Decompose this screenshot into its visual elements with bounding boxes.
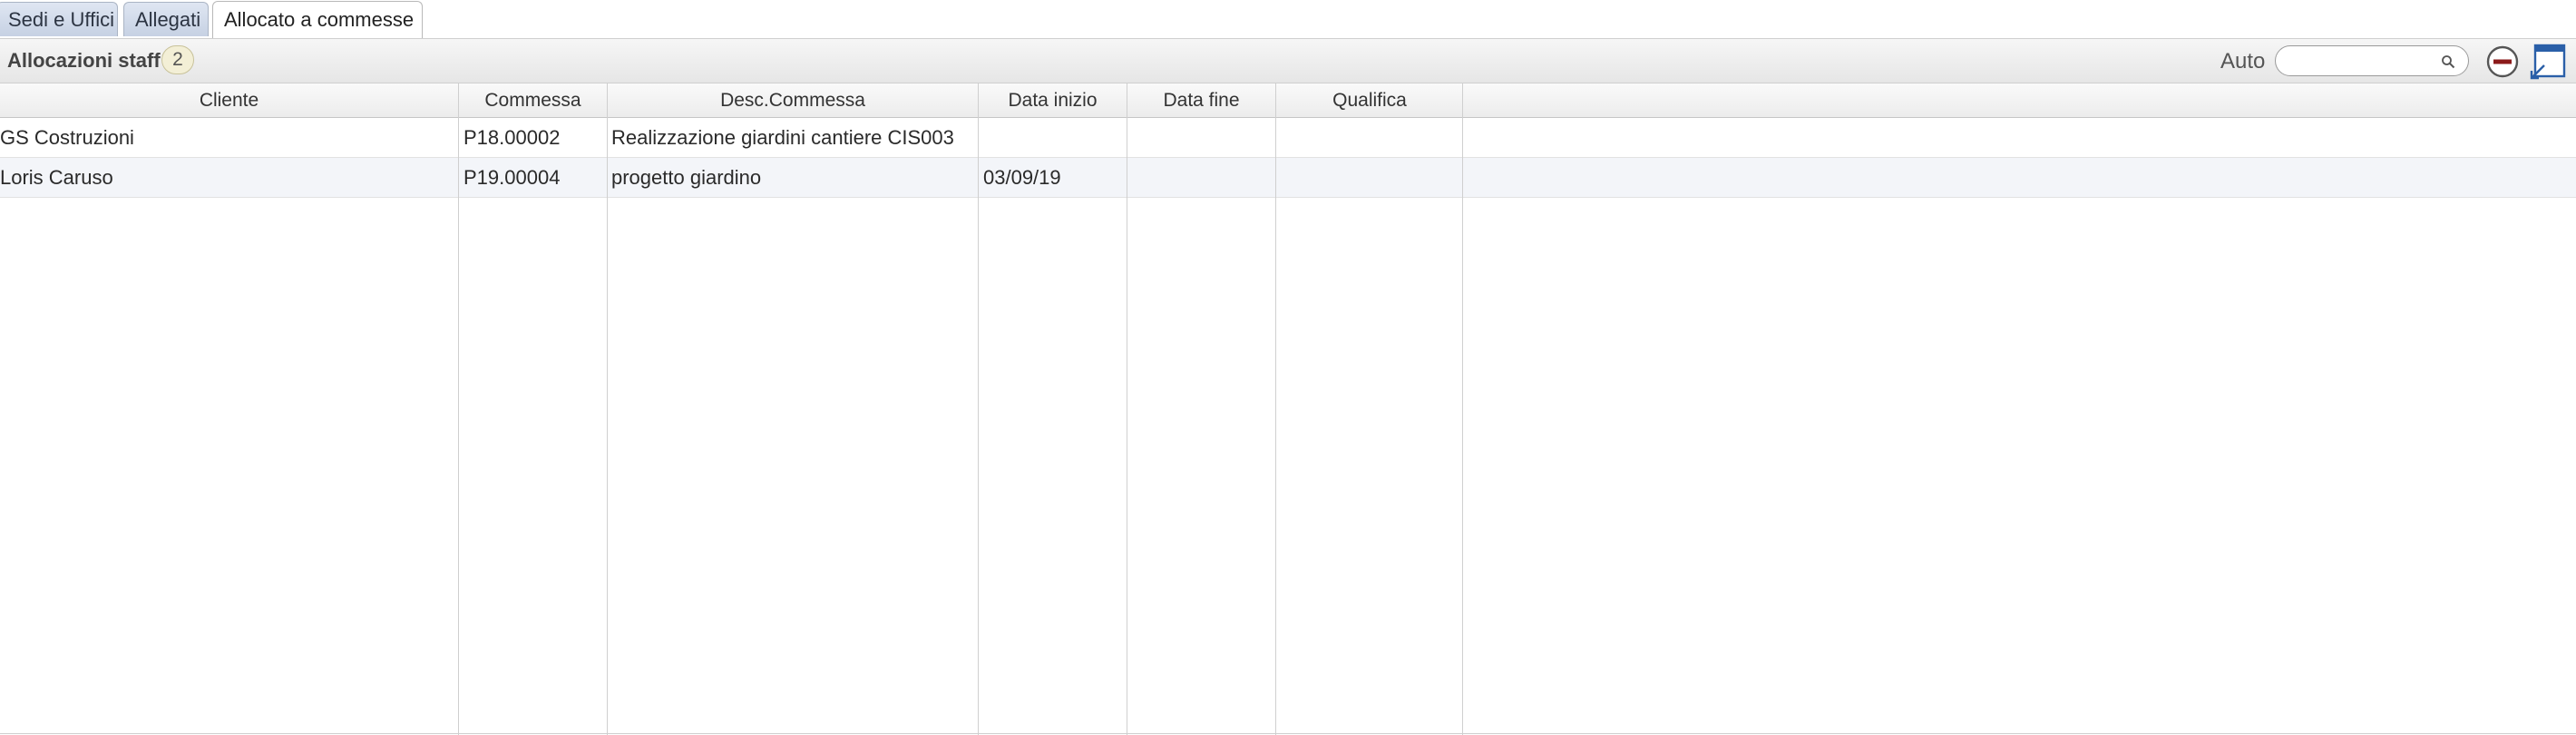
column-header-desc-commessa[interactable]: Desc.Commessa	[608, 83, 978, 118]
minus-circle-icon[interactable]	[2485, 44, 2520, 79]
tab-allocato-a-commesse[interactable]: Allocato a commesse	[212, 1, 423, 39]
cell-desc-commessa: Realizzazione giardini cantiere CIS003	[611, 126, 954, 149]
tab-sedi-e-uffici[interactable]: Sedi e Uffici	[0, 2, 118, 36]
count-badge: 2	[161, 45, 194, 74]
cell-commessa: P19.00004	[463, 166, 561, 189]
allocations-table: Cliente Commessa Desc.Commessa Data iniz…	[0, 83, 2576, 735]
search-icon	[2442, 55, 2455, 69]
column-divider[interactable]	[1462, 83, 1463, 735]
column-divider[interactable]	[978, 83, 979, 735]
cell-data-fine	[1132, 118, 1273, 158]
column-divider[interactable]	[458, 83, 459, 735]
column-header-data-inizio[interactable]: Data inizio	[979, 83, 1127, 118]
cell-commessa: P18.00002	[463, 126, 561, 149]
cell-data-fine	[1132, 158, 1273, 198]
cell-cliente: Loris Caruso	[0, 166, 113, 189]
column-header-data-fine[interactable]: Data fine	[1127, 83, 1275, 118]
column-header-cliente[interactable]: Cliente	[0, 83, 458, 118]
panel-header: Allocazioni staff 2 Auto	[0, 38, 2576, 83]
auto-label: Auto	[2220, 49, 2266, 74]
column-header-commessa[interactable]: Commessa	[459, 83, 607, 118]
column-divider[interactable]	[607, 83, 608, 735]
table-bottom-border	[0, 733, 2576, 734]
tab-bar: Sedi e Uffici Allegati Allocato a commes…	[0, 0, 2576, 39]
cell-qualifica	[1281, 118, 1460, 158]
table-row[interactable]: GS Costruzioni P18.00002 Realizzazione g…	[0, 118, 2576, 158]
cell-cliente: GS Costruzioni	[0, 126, 134, 149]
cell-desc-commessa: progetto giardino	[611, 166, 762, 189]
table-row[interactable]: Loris Caruso P19.00004 progetto giardino…	[0, 158, 2576, 198]
tab-allegati[interactable]: Allegati	[123, 2, 209, 36]
panel-title: Allocazioni staff	[7, 49, 161, 72]
cell-data-inizio: 03/09/19	[983, 166, 1061, 189]
cell-data-inizio	[983, 118, 1124, 158]
table-header: Cliente Commessa Desc.Commessa Data iniz…	[0, 83, 2576, 118]
column-header-qualifica[interactable]: Qualifica	[1276, 83, 1463, 118]
search-input[interactable]	[2275, 45, 2469, 76]
column-divider[interactable]	[1275, 83, 1276, 735]
window-icon[interactable]	[2529, 43, 2567, 81]
cell-qualifica	[1281, 158, 1460, 198]
